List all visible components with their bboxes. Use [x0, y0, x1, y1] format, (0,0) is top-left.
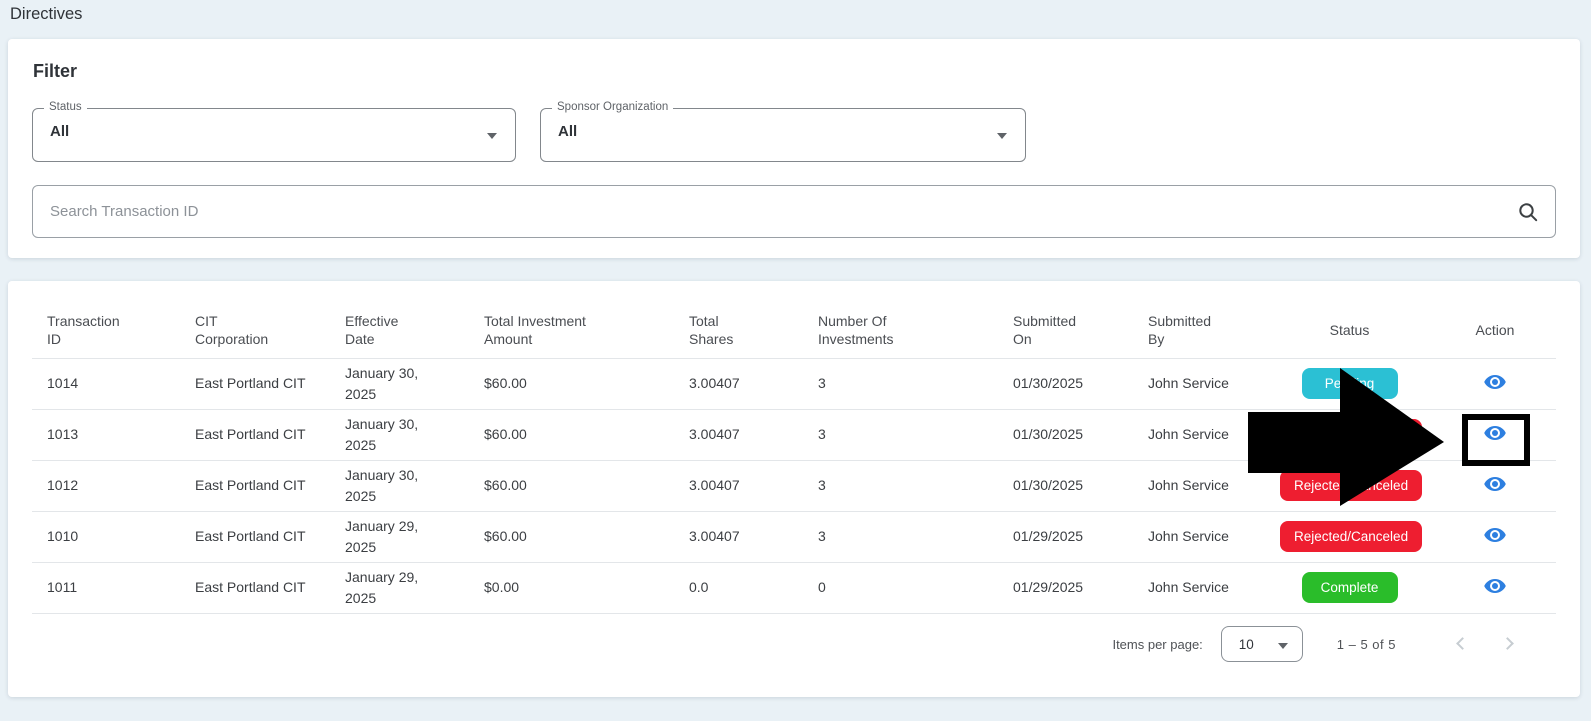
cell-effective-date: January 30, 2025	[330, 460, 469, 512]
cell-total-shares: 3.00407	[674, 409, 803, 461]
next-page-button[interactable]	[1496, 631, 1522, 657]
col-header-number-of-investments: Number Of Investments	[803, 281, 998, 359]
filter-card: Filter Status All Sponsor Organization A…	[8, 39, 1580, 258]
page-size-select[interactable]: 10	[1220, 626, 1303, 662]
cell-number-of-investments: 3	[803, 358, 998, 410]
cell-effective-date: January 30, 2025	[330, 409, 469, 461]
table-row: 1010 East Portland CIT January 29, 2025 …	[32, 511, 1556, 563]
status-select-label: Status	[44, 101, 87, 113]
cell-cit-corporation: East Portland CIT	[180, 511, 330, 563]
col-header-effective-date: Effective Date	[330, 281, 469, 359]
search-icon[interactable]	[1517, 201, 1539, 223]
cell-submitted-on: 01/30/2025	[998, 358, 1133, 410]
chevron-down-icon	[1277, 643, 1288, 649]
cell-cit-corporation: East Portland CIT	[180, 562, 330, 614]
status-badge: Rejected/Canceled	[1280, 418, 1423, 451]
cell-number-of-investments: 0	[803, 562, 998, 614]
col-header-status: Status	[1265, 281, 1435, 359]
view-action-button[interactable]	[1481, 521, 1509, 549]
directives-table-card: Transaction ID CIT Corporation Effective…	[8, 281, 1580, 697]
cell-transaction-id: 1012	[32, 460, 180, 512]
cell-total-shares: 0.0	[674, 562, 803, 614]
search-input[interactable]	[33, 186, 1555, 237]
cell-cit-corporation: East Portland CIT	[180, 460, 330, 512]
col-header-cit-corporation: CIT Corporation	[180, 281, 330, 359]
sponsor-organization-select[interactable]: Sponsor Organization All	[540, 101, 1026, 162]
view-action-button[interactable]	[1481, 368, 1509, 396]
cell-submitted-on: 01/29/2025	[998, 562, 1133, 614]
cell-total-shares: 3.00407	[674, 511, 803, 563]
status-badge: Rejected/Canceled	[1280, 520, 1423, 553]
col-header-total-investment-amount: Total Investment Amount	[469, 281, 674, 359]
cell-effective-date: January 29, 2025	[330, 562, 469, 614]
sponsor-organization-select-value: All	[558, 123, 578, 140]
view-action-button[interactable]	[1481, 470, 1509, 498]
cell-total-investment-amount: $0.00	[469, 562, 674, 614]
sponsor-organization-select-label: Sponsor Organization	[552, 101, 674, 113]
cell-transaction-id: 1013	[32, 409, 180, 461]
filter-heading: Filter	[33, 61, 78, 81]
status-select[interactable]: Status All	[32, 101, 516, 162]
cell-total-investment-amount: $60.00	[469, 358, 674, 410]
table-row: 1013 East Portland CIT January 30, 2025 …	[32, 409, 1556, 461]
eye-icon	[1484, 374, 1506, 389]
cell-cit-corporation: East Portland CIT	[180, 358, 330, 410]
cell-submitted-by: John Service	[1133, 562, 1265, 614]
cell-submitted-on: 01/29/2025	[998, 511, 1133, 563]
items-per-page-label: Items per page:	[1112, 636, 1203, 652]
directives-page: Directives Filter Status All Sponsor Org…	[0, 0, 1591, 721]
cell-effective-date: January 29, 2025	[330, 511, 469, 563]
col-header-action: Action	[1435, 281, 1556, 359]
cell-effective-date: January 30, 2025	[330, 358, 469, 410]
cell-submitted-by: John Service	[1133, 409, 1265, 461]
chevron-right-icon	[1501, 637, 1514, 650]
chevron-down-icon	[997, 133, 1007, 139]
cell-transaction-id: 1011	[32, 562, 180, 614]
cell-submitted-on: 01/30/2025	[998, 409, 1133, 461]
table-row: 1011 East Portland CIT January 29, 2025 …	[32, 562, 1556, 614]
chevron-left-icon	[1456, 637, 1469, 650]
page-title: Directives	[10, 5, 83, 23]
previous-page-button[interactable]	[1448, 631, 1474, 657]
cell-number-of-investments: 3	[803, 511, 998, 563]
col-header-transaction-id: Transaction ID	[32, 281, 180, 359]
table-header-row: Transaction ID CIT Corporation Effective…	[32, 281, 1556, 359]
cell-transaction-id: 1010	[32, 511, 180, 563]
eye-icon	[1484, 425, 1506, 440]
search-field	[32, 185, 1556, 238]
col-header-total-shares: Total Shares	[674, 281, 803, 359]
cell-submitted-on: 01/30/2025	[998, 460, 1133, 512]
eye-icon	[1484, 476, 1506, 491]
cell-total-investment-amount: $60.00	[469, 409, 674, 461]
table-row: 1012 East Portland CIT January 30, 2025 …	[32, 460, 1556, 512]
col-header-submitted-on: Submitted On	[998, 281, 1133, 359]
status-badge: Rejected/Canceled	[1280, 469, 1423, 502]
table-row: 1014 East Portland CIT January 30, 2025 …	[32, 358, 1556, 410]
cell-total-shares: 3.00407	[674, 358, 803, 410]
status-badge: Pending	[1301, 367, 1398, 400]
cell-number-of-investments: 3	[803, 409, 998, 461]
status-select-value: All	[50, 123, 70, 140]
cell-total-investment-amount: $60.00	[469, 460, 674, 512]
cell-submitted-by: John Service	[1133, 358, 1265, 410]
cell-total-investment-amount: $60.00	[469, 511, 674, 563]
page-size-value: 10	[1238, 637, 1254, 652]
eye-icon	[1484, 578, 1506, 593]
cell-total-shares: 3.00407	[674, 460, 803, 512]
cell-submitted-by: John Service	[1133, 460, 1265, 512]
cell-cit-corporation: East Portland CIT	[180, 409, 330, 461]
cell-transaction-id: 1014	[32, 358, 180, 410]
page-range-label: 1 – 5 of 5	[1336, 636, 1396, 652]
chevron-down-icon	[487, 133, 497, 139]
cell-number-of-investments: 3	[803, 460, 998, 512]
paginator: Items per page: 10 1 – 5 of 5	[1112, 626, 1522, 662]
col-header-submitted-by: Submitted By	[1133, 281, 1265, 359]
directives-table: Transaction ID CIT Corporation Effective…	[32, 281, 1556, 614]
status-badge: Complete	[1301, 571, 1398, 604]
view-action-button[interactable]	[1481, 572, 1509, 600]
eye-icon	[1484, 527, 1506, 542]
cell-submitted-by: John Service	[1133, 511, 1265, 563]
view-action-button[interactable]	[1481, 419, 1509, 447]
